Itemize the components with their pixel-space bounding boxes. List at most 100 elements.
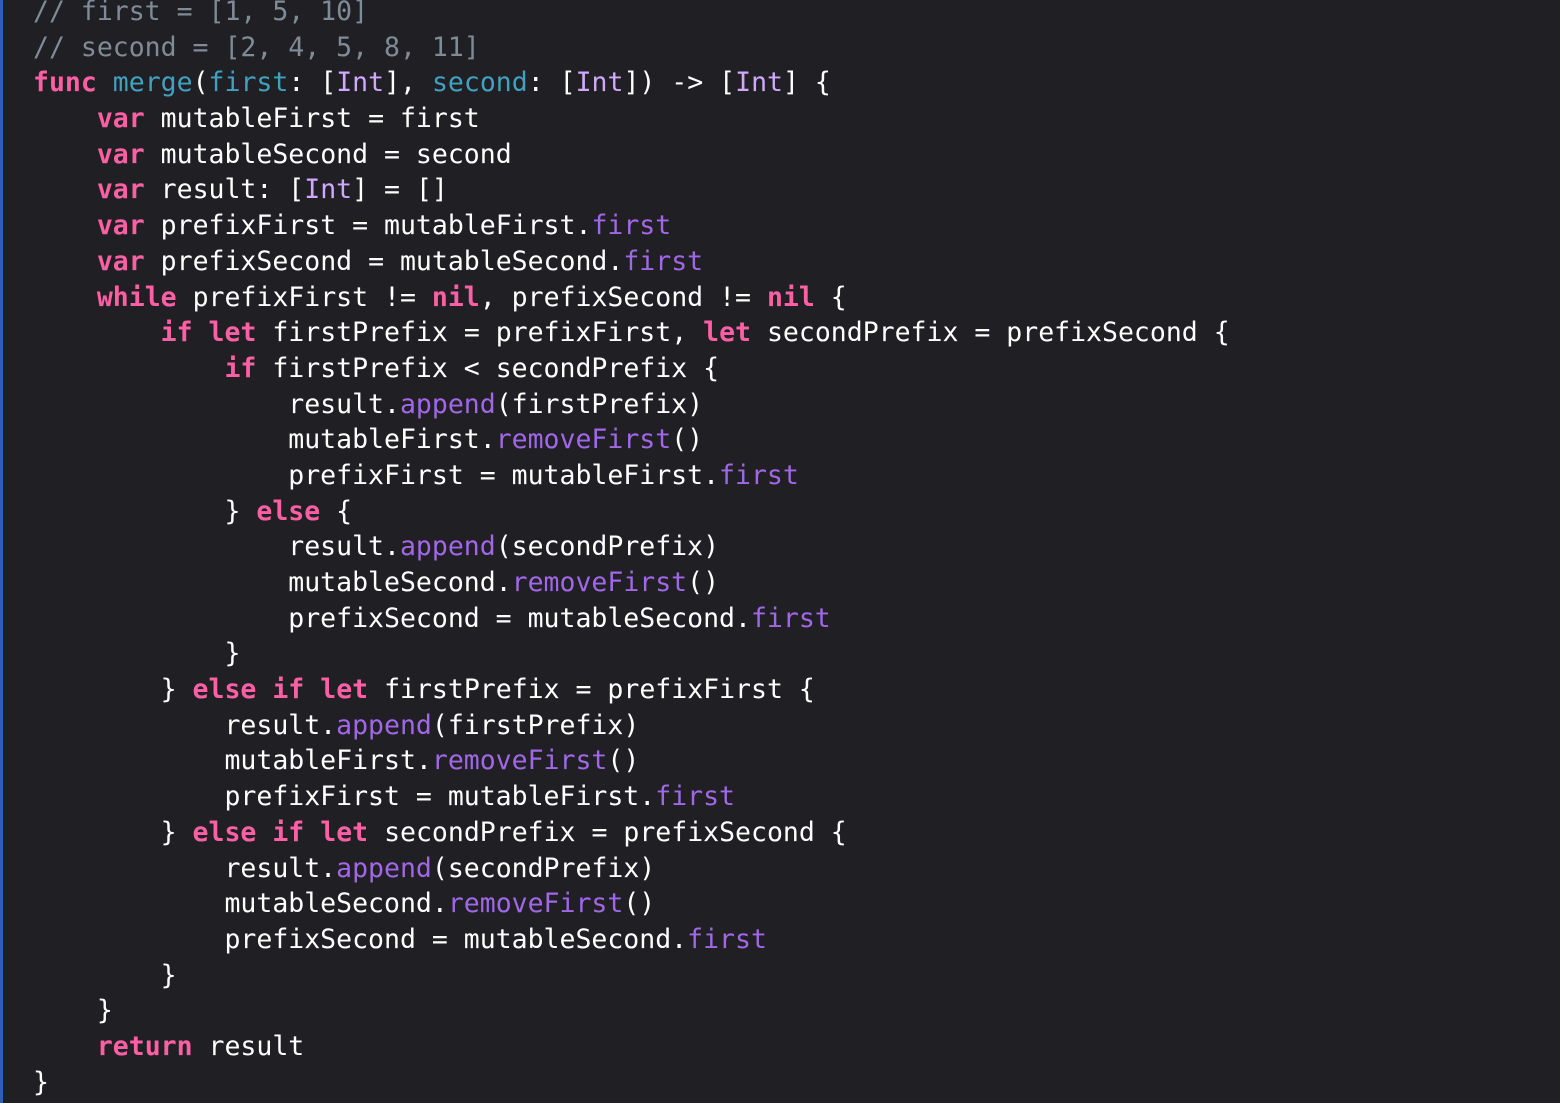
code-keyword: else — [192, 674, 257, 706]
code-member: append — [399, 388, 496, 420]
code-keyword: while — [96, 281, 177, 313]
code-keyword: if — [272, 816, 305, 848]
code-line[interactable]: result.append(secondPrefix) — [33, 851, 1230, 887]
code-line[interactable]: while prefixFirst != nil, prefixSecond !… — [33, 280, 1230, 316]
code-keyword: let — [208, 317, 257, 349]
code-token: mutableSecond. — [33, 888, 448, 920]
code-line[interactable]: prefixSecond = mutableSecond.first — [33, 922, 1230, 958]
code-token: () — [687, 567, 720, 598]
code-token: firstPrefix = prefixFirst { — [368, 674, 815, 706]
code-token: result — [192, 1030, 305, 1062]
code-line[interactable]: var mutableSecond = second — [33, 137, 1230, 173]
code-keyword: var — [96, 103, 145, 135]
code-keyword: let — [320, 674, 369, 706]
code-token: { — [320, 495, 353, 527]
code-keyword: if — [272, 674, 305, 706]
code-line[interactable]: prefixFirst = mutableFirst.first — [33, 779, 1230, 815]
code-keyword: var — [96, 174, 145, 206]
code-type-name: Int — [336, 67, 385, 99]
code-token: ], — [384, 67, 432, 99]
code-member: removeFirst — [431, 745, 608, 777]
code-token: prefixFirst = mutableFirst. — [144, 210, 592, 242]
code-line[interactable]: } — [33, 1065, 1230, 1101]
code-token: ] { — [783, 67, 831, 99]
code-line[interactable]: result.append(firstPrefix) — [33, 708, 1230, 744]
code-line[interactable]: result.append(firstPrefix) — [33, 387, 1230, 423]
code-line[interactable]: func merge(first: [Int], second: [Int]) … — [33, 65, 1230, 101]
code-keyword: var — [96, 210, 145, 242]
code-line[interactable]: } else if let secondPrefix = prefixSecon… — [33, 815, 1230, 851]
code-keyword: let — [703, 317, 752, 349]
code-token: result. — [33, 852, 337, 884]
code-line[interactable]: } else { — [33, 494, 1230, 530]
code-token: } — [33, 995, 113, 1027]
code-line[interactable]: var prefixSecond = mutableSecond.first — [33, 244, 1230, 280]
code-text-area[interactable]: // first = [1, 5, 10] // second = [2, 4, … — [33, 0, 1230, 1100]
code-line[interactable]: mutableSecond.removeFirst() — [33, 886, 1230, 922]
code-line[interactable]: prefixFirst = mutableFirst.first — [33, 458, 1230, 494]
code-token: { — [814, 281, 847, 313]
code-line[interactable]: result.append(secondPrefix) — [33, 529, 1230, 565]
code-line[interactable]: var prefixFirst = mutableFirst.first — [33, 208, 1230, 244]
code-token: prefixSecond = mutableSecond. — [144, 245, 624, 277]
code-line[interactable]: var result: [Int] = [] — [33, 172, 1230, 208]
code-declaration: second — [431, 67, 528, 99]
code-keyword: if — [160, 317, 193, 349]
code-token: prefixFirst = mutableFirst. — [33, 781, 656, 813]
code-member: removeFirst — [447, 888, 624, 920]
code-token: (firstPrefix) — [495, 388, 704, 420]
code-line[interactable]: mutableFirst.removeFirst() — [33, 422, 1230, 458]
code-declaration: merge — [112, 67, 193, 99]
code-line[interactable]: } — [33, 636, 1230, 672]
code-token: mutableFirst. — [33, 745, 432, 777]
code-line[interactable]: if firstPrefix < secondPrefix { — [33, 351, 1230, 387]
code-member: first — [719, 459, 799, 491]
code-keyword: var — [96, 245, 145, 277]
code-token: (firstPrefix) — [431, 709, 640, 741]
code-token: secondPrefix = prefixSecond { — [751, 317, 1230, 349]
code-member: append — [336, 709, 432, 741]
code-line[interactable]: } — [33, 958, 1230, 994]
code-keyword: let — [320, 816, 369, 848]
code-token: result. — [33, 709, 337, 741]
code-token: prefixSecond = mutableSecond. — [33, 602, 751, 634]
code-member: first — [687, 923, 767, 955]
code-line[interactable]: } else if let firstPrefix = prefixFirst … — [33, 672, 1230, 708]
code-token: mutableSecond. — [33, 567, 512, 598]
code-line[interactable]: if let firstPrefix = prefixFirst, let se… — [33, 315, 1230, 351]
code-editor[interactable]: // first = [1, 5, 10] // second = [2, 4, … — [0, 0, 1560, 1103]
code-line[interactable]: // second = [2, 4, 5, 8, 11] — [33, 30, 1230, 66]
code-keyword: nil — [766, 281, 815, 313]
code-line[interactable]: return result — [33, 1029, 1230, 1065]
code-token: prefixFirst = mutableFirst. — [33, 459, 720, 491]
code-token: } — [33, 816, 193, 848]
code-line[interactable]: mutableFirst.removeFirst() — [33, 743, 1230, 779]
code-line[interactable]: mutableSecond.removeFirst() — [33, 565, 1230, 601]
code-member: append — [336, 852, 432, 884]
code-token: prefixSecond = mutableSecond. — [33, 923, 688, 955]
code-line[interactable]: prefixSecond = mutableSecond.first — [33, 601, 1230, 637]
code-line[interactable]: // first = [1, 5, 10] — [33, 0, 1230, 30]
code-line[interactable]: var mutableFirst = first — [33, 101, 1230, 137]
code-token: mutableSecond = second — [144, 138, 512, 170]
code-token: () — [671, 424, 704, 456]
code-member: first — [750, 602, 831, 634]
code-token: result. — [33, 388, 400, 420]
code-token: : [ — [527, 67, 576, 99]
code-token: secondPrefix = prefixSecond { — [368, 816, 847, 848]
code-token: firstPrefix < secondPrefix { — [256, 352, 720, 384]
code-keyword: else — [256, 495, 321, 527]
code-declaration: first — [208, 67, 289, 99]
code-line[interactable]: } — [33, 993, 1230, 1029]
